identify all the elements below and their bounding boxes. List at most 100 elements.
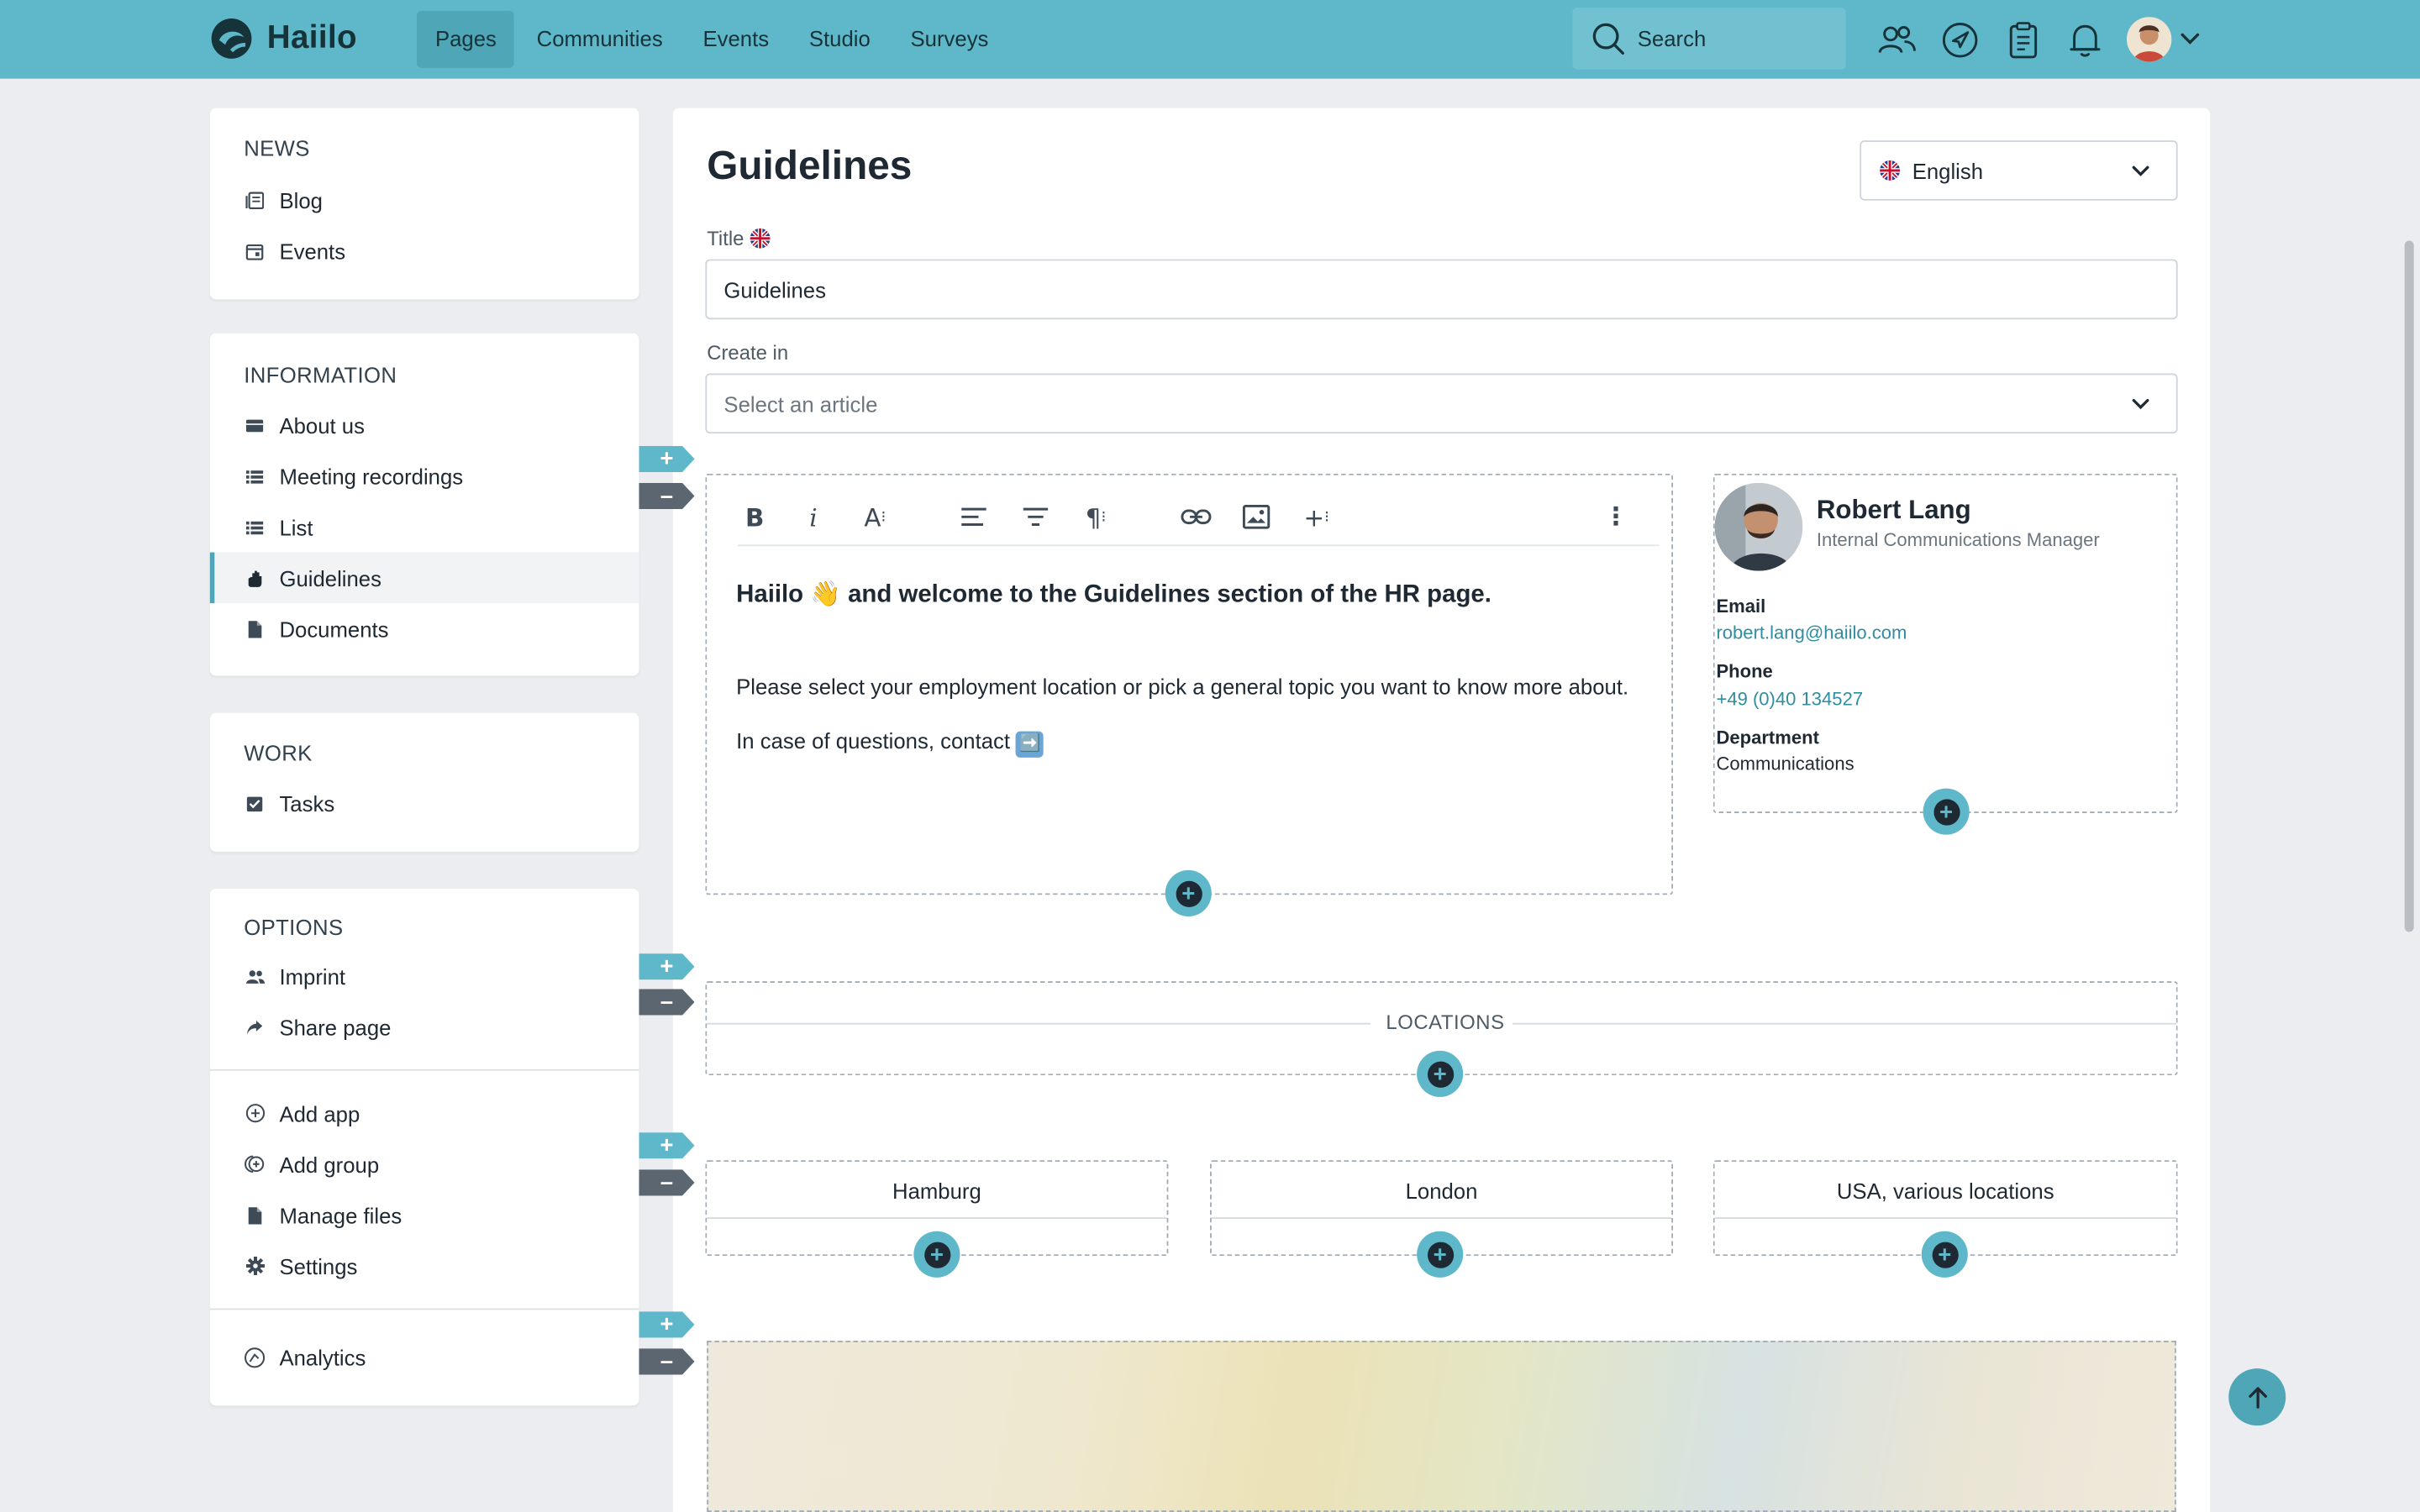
sidebar-item-label: List: [279, 514, 313, 539]
contact-department-label: Department: [1716, 727, 1819, 748]
contact-email-link[interactable]: robert.lang@haiilo.com: [1716, 622, 1907, 643]
contact-name[interactable]: Robert Lang: [1817, 496, 1971, 527]
haiilo-logo[interactable]: Haiilo: [210, 17, 357, 60]
people-icon: [244, 965, 266, 987]
page-title: Guidelines: [707, 141, 913, 189]
uk-flag-icon: [1880, 160, 1901, 181]
sidebar-item-label: Add group: [279, 1152, 380, 1177]
language-value: English: [1912, 158, 1984, 183]
search-icon: [1592, 23, 1624, 55]
contact-avatar-image: [1714, 482, 1803, 571]
heading-text: Haiilo: [736, 581, 804, 608]
title-input[interactable]: Guidelines: [705, 259, 2178, 320]
list-icon: [244, 465, 266, 487]
headline-divider: [1512, 1022, 2176, 1025]
compass-icon[interactable]: [1940, 20, 1981, 60]
list-format-icon[interactable]: [1016, 496, 1056, 537]
list-icon: [244, 516, 266, 538]
editor-paragraph[interactable]: In case of questions, contact ➡️: [736, 728, 1044, 758]
people-icon[interactable]: [1876, 20, 1917, 60]
add-widget-button[interactable]: +: [1923, 788, 1970, 835]
editor-paragraph[interactable]: Please select your employment location o…: [736, 675, 1628, 699]
font-size-icon[interactable]: A ⁝: [855, 496, 896, 537]
sidebar-item-label: Imprint: [279, 963, 346, 989]
nav-events[interactable]: Events: [684, 11, 786, 68]
bold-icon[interactable]: B: [734, 496, 775, 537]
nav-pages[interactable]: Pages: [416, 10, 514, 68]
sidebar-work-section: WORK Tasks: [209, 712, 639, 852]
insert-icon[interactable]: + ⁝: [1297, 496, 1337, 537]
paragraph-icon[interactable]: ¶ ⁝: [1076, 496, 1116, 537]
sidebar-item-guidelines[interactable]: Guidelines: [209, 552, 639, 604]
nav-surveys[interactable]: Surveys: [892, 11, 1005, 68]
nav-communities[interactable]: Communities: [518, 11, 680, 68]
arrow-right-emoji: ➡️: [1016, 731, 1044, 758]
contact-avatar[interactable]: [1714, 482, 1803, 571]
arrow-up-icon: [2248, 1386, 2267, 1408]
language-select[interactable]: English: [1860, 140, 2178, 201]
location-label: Hamburg: [892, 1179, 981, 1204]
plus-icon: +: [923, 1241, 950, 1268]
scroll-to-top-button[interactable]: [2228, 1368, 2286, 1426]
locations-heading: LOCATIONS: [1386, 1011, 1505, 1034]
sidebar-item-share-page[interactable]: Share page: [210, 1001, 639, 1053]
add-widget-button[interactable]: +: [1417, 1050, 1464, 1097]
sidebar-item-analytics[interactable]: Analytics: [210, 1331, 639, 1383]
sidebar-item-imprint[interactable]: Imprint: [210, 950, 639, 1001]
clipboard-icon[interactable]: [2003, 20, 2044, 60]
editor-heading[interactable]: Haiilo 👋 and welcome to the Guidelines s…: [736, 579, 1491, 610]
add-widget-button[interactable]: +: [913, 1231, 960, 1278]
align-left-icon[interactable]: [954, 496, 994, 537]
sidebar-section-title: OPTIONS: [244, 915, 344, 940]
file-icon: [244, 1205, 266, 1226]
location-button-hamburg[interactable]: Hamburg: [707, 1162, 1167, 1220]
sidebar-options-section: OPTIONS Imprint Share page Add app Add g…: [209, 888, 639, 1406]
editor-toolbar: B i A ⁝ ¶ ⁝ + ⁝ ⋮: [737, 491, 1660, 547]
nav-studio[interactable]: Studio: [791, 11, 887, 68]
sidebar-item-add-group[interactable]: Add group: [210, 1139, 639, 1190]
page-scrollbar[interactable]: [2404, 240, 2414, 932]
link-icon[interactable]: [1176, 496, 1217, 537]
more-options-icon[interactable]: ⋮: [1596, 496, 1636, 537]
sidebar-item-documents[interactable]: Documents: [210, 603, 639, 654]
sidebar-item-label: Share page: [279, 1014, 392, 1040]
search-placeholder: Search: [1637, 26, 1707, 51]
title-label-text: Title: [707, 227, 744, 250]
gradient-image-widget[interactable]: [707, 1341, 2176, 1512]
sidebar-item-settings[interactable]: Settings: [210, 1241, 639, 1292]
sidebar-item-manage-files[interactable]: Manage files: [210, 1189, 639, 1241]
sidebar-item-add-app[interactable]: Add app: [210, 1088, 639, 1139]
sidebar-divider: [209, 1308, 639, 1310]
user-avatar[interactable]: [2127, 17, 2172, 62]
image-icon[interactable]: [1236, 496, 1276, 537]
sidebar-item-about-us[interactable]: About us: [210, 400, 639, 451]
sidebar-item-tasks[interactable]: Tasks: [210, 778, 639, 829]
card-icon: [244, 414, 266, 436]
calendar-icon: [244, 240, 266, 262]
location-button-usa[interactable]: USA, various locations: [1714, 1162, 2176, 1220]
sidebar-item-label: Blog: [279, 187, 323, 213]
search-input[interactable]: Search: [1572, 8, 1846, 70]
sidebar-news-section: NEWS Blog Events: [209, 108, 639, 300]
sidebar-item-list[interactable]: List: [210, 501, 639, 553]
contact-department-value: Communications: [1716, 753, 1854, 775]
gear-icon: [244, 1255, 266, 1277]
checkbox-icon: [244, 792, 266, 814]
location-button-london[interactable]: London: [1211, 1162, 1672, 1220]
chevron-down-icon[interactable]: [2179, 28, 2201, 50]
contact-phone-link[interactable]: +49 (0)40 134527: [1716, 688, 1863, 710]
plus-icon: +: [1427, 1241, 1454, 1268]
heading-bold-text: Guidelines: [1083, 581, 1211, 608]
sidebar-item-events[interactable]: Events: [210, 225, 639, 276]
add-widget-button[interactable]: +: [1165, 869, 1212, 917]
sidebar-item-meeting-recordings[interactable]: Meeting recordings: [210, 450, 639, 501]
add-widget-button[interactable]: +: [1921, 1231, 1968, 1278]
analytics-icon: [244, 1347, 266, 1368]
add-widget-button[interactable]: +: [1417, 1231, 1464, 1278]
create-in-select[interactable]: Select an article: [705, 373, 2178, 434]
blog-icon: [244, 189, 266, 211]
waving-hand-emoji: 👋: [810, 581, 841, 608]
bell-icon[interactable]: [2065, 20, 2106, 60]
sidebar-item-blog[interactable]: Blog: [210, 175, 639, 226]
italic-icon[interactable]: i: [793, 496, 834, 537]
